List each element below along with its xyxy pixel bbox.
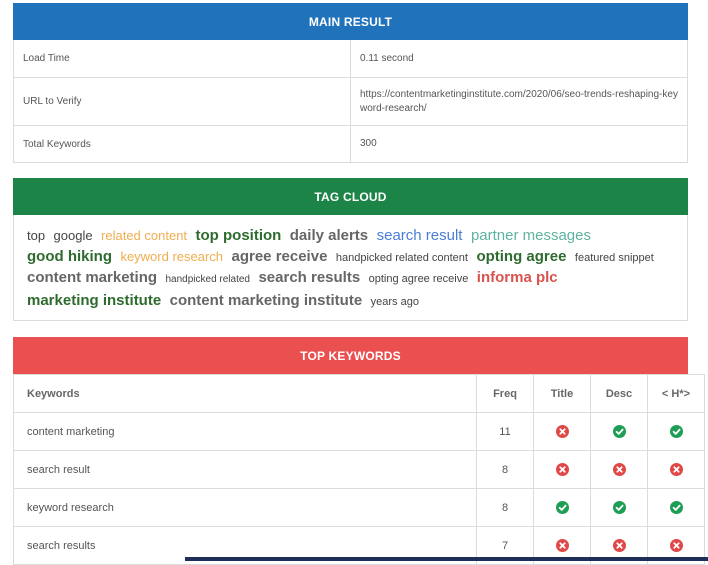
x-circle-icon	[612, 463, 626, 476]
tag-item: partner messages	[470, 227, 591, 244]
tag-item: google	[53, 228, 93, 243]
tag-item: top	[27, 228, 46, 243]
tag-item: handpicked related	[165, 274, 250, 285]
header-freq: Freq	[476, 374, 534, 413]
x-circle-icon	[669, 463, 683, 476]
main-result-panel: MAIN RESULT Load Time 0.11 second URL to…	[13, 3, 688, 163]
title-cell	[533, 450, 591, 489]
table-row: content marketing 11	[13, 412, 705, 451]
tag-item: informa plc	[476, 269, 558, 286]
tag-item: search result	[376, 227, 463, 244]
title-cell	[533, 412, 591, 451]
table-row: search result 8	[13, 450, 705, 489]
row-key: URL to Verify	[14, 78, 351, 125]
tag-cloud: top google related content top position …	[13, 215, 688, 321]
title-cell	[533, 488, 591, 527]
check-circle-icon	[669, 501, 683, 514]
x-circle-icon	[669, 539, 683, 552]
top-keywords-header: TOP KEYWORDS	[13, 337, 688, 374]
row-key: Total Keywords	[14, 126, 351, 162]
tag-cloud-panel: TAG CLOUD top google related content top…	[13, 178, 688, 321]
desc-cell	[590, 412, 648, 451]
tag-item: handpicked related content	[335, 251, 468, 264]
tag-item: opting agree	[476, 247, 567, 265]
tag-item: marketing institute	[27, 291, 162, 309]
url-row: URL to Verify https://contentmarketingin…	[14, 77, 687, 125]
tag-item: top position	[195, 227, 282, 244]
x-circle-icon	[612, 539, 626, 552]
freq-cell: 11	[476, 412, 534, 451]
tag-item: agree receive	[231, 247, 328, 265]
header-title: Title	[533, 374, 591, 413]
x-circle-icon	[555, 539, 569, 552]
h-cell	[647, 488, 705, 527]
h-cell	[647, 412, 705, 451]
tag-item: daily alerts	[289, 227, 369, 244]
bottom-bar	[185, 557, 708, 561]
tag-item: years ago	[370, 295, 419, 308]
check-circle-icon	[669, 425, 683, 438]
tag-item: content marketing	[27, 269, 158, 286]
freq-cell: 8	[476, 488, 534, 527]
main-result-table: Load Time 0.11 second URL to Verify http…	[13, 40, 688, 163]
tag-item: search results	[258, 269, 361, 286]
tag-item: opting agree receive	[368, 273, 469, 285]
top-keywords-panel: TOP KEYWORDS Keywords Freq Title Desc < …	[13, 337, 705, 565]
table-row: keyword research 8	[13, 488, 705, 527]
x-circle-icon	[555, 463, 569, 476]
main-result-header: MAIN RESULT	[13, 3, 688, 40]
tag-item: keyword research	[120, 248, 224, 264]
row-value: 0.11 second	[360, 52, 414, 64]
keyword-cell: keyword research	[13, 488, 477, 527]
table-header-row: Keywords Freq Title Desc < H*>	[13, 374, 705, 413]
check-circle-icon	[612, 425, 626, 438]
check-circle-icon	[612, 501, 626, 514]
header-desc: Desc	[590, 374, 648, 413]
desc-cell	[590, 488, 648, 527]
header-keywords: Keywords	[13, 374, 477, 413]
header-h: < H*>	[647, 374, 705, 413]
tag-item: content marketing institute	[169, 291, 363, 309]
keyword-cell: search result	[13, 450, 477, 489]
h-cell	[647, 450, 705, 489]
freq-cell: 8	[476, 450, 534, 489]
row-key: Load Time	[14, 40, 351, 77]
check-circle-icon	[555, 501, 569, 514]
desc-cell	[590, 450, 648, 489]
tag-item: related content	[101, 228, 188, 243]
tag-item: featured snippet	[574, 251, 654, 264]
keywords-table: Keywords Freq Title Desc < H*> content m…	[13, 374, 705, 565]
keyword-cell: content marketing	[13, 412, 477, 451]
row-value: https://contentmarketinginstitute.com/20…	[360, 88, 678, 114]
tag-cloud-header: TAG CLOUD	[13, 178, 688, 215]
row-value: 300	[360, 138, 377, 149]
tag-item: good hiking	[27, 247, 112, 265]
load-time-row: Load Time 0.11 second	[14, 40, 687, 77]
x-circle-icon	[555, 425, 569, 438]
total-keywords-row: Total Keywords 300	[14, 125, 687, 162]
